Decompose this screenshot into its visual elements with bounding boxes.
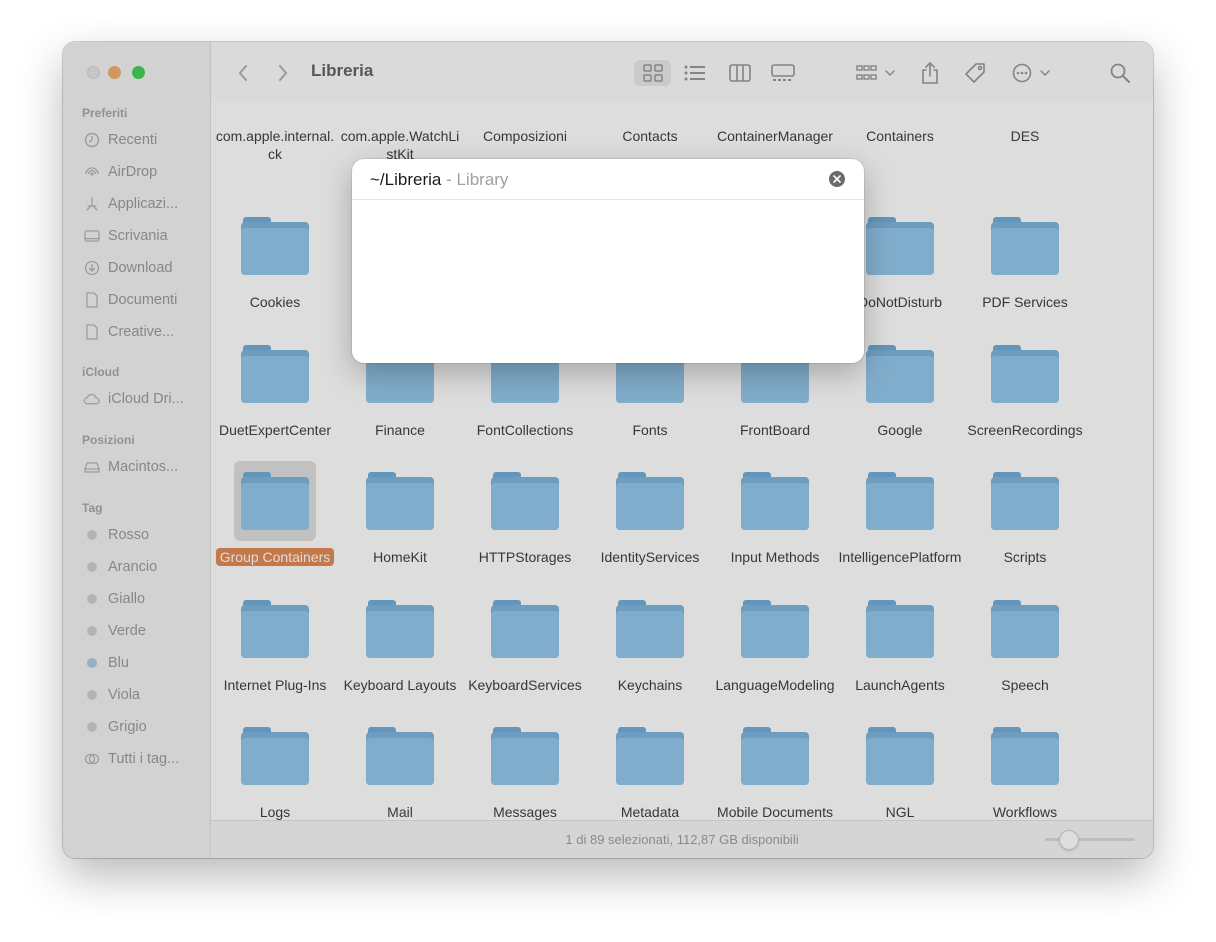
path-hint: - Library <box>441 170 509 189</box>
path-value: ~/Libreria <box>370 170 442 189</box>
go-to-folder-dialog: ~/Libreria - Library <box>352 159 864 363</box>
clear-icon[interactable] <box>829 171 845 187</box>
path-input[interactable]: ~/Libreria - Library <box>370 170 508 190</box>
